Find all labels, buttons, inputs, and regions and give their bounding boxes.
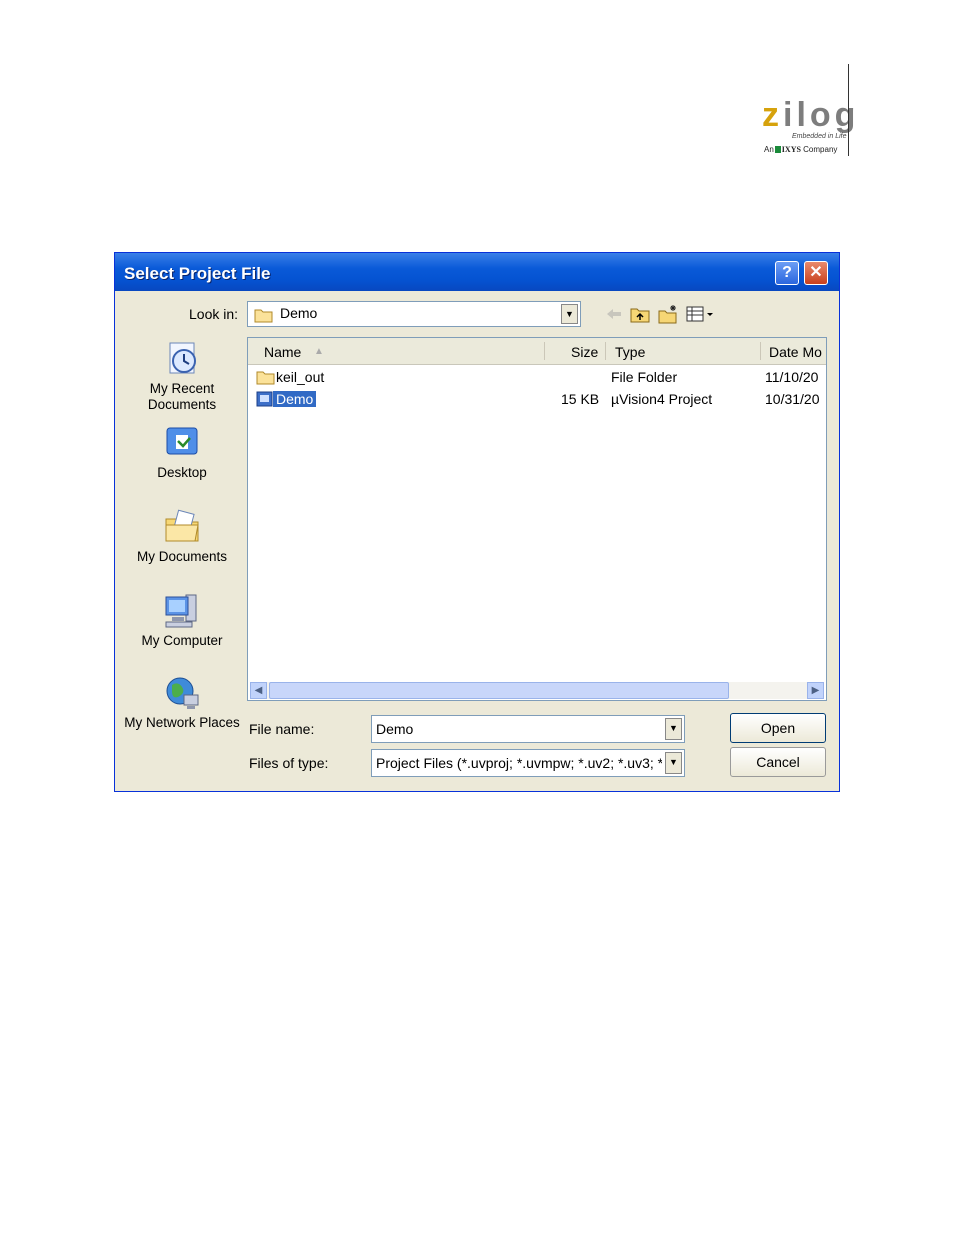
folder-icon (254, 309, 273, 323)
back-icon[interactable] (603, 303, 625, 325)
logo-wordmark: zilog (762, 96, 860, 134)
folder-icon (256, 371, 275, 385)
place-label: My Recent Documents (147, 381, 217, 412)
file-type: File Folder (611, 369, 678, 385)
look-in-value: Demo (280, 305, 318, 321)
place-label: My Documents (136, 549, 228, 564)
up-folder-icon[interactable] (629, 303, 651, 325)
scroll-right-icon[interactable]: ▶ (807, 682, 824, 699)
place-recent-documents[interactable]: My Recent Documents (115, 339, 249, 413)
recent-documents-icon (169, 342, 196, 374)
file-list[interactable]: Name ▲ Size Type Date Mo keil_out File F… (247, 337, 827, 701)
place-label: My Network Places (124, 715, 240, 730)
files-of-type-select[interactable]: Project Files (*.uvproj; *.uvmpw; *.uv2;… (371, 749, 685, 777)
place-desktop[interactable]: Desktop (115, 423, 249, 481)
chevron-down-icon[interactable]: ▼ (561, 304, 578, 324)
look-in-label: Look in: (189, 306, 239, 322)
zilog-logo: zilog Embedded in Life An IXYS Company (758, 96, 855, 158)
horizontal-scrollbar[interactable]: ◀ ▶ (250, 682, 824, 699)
place-my-computer[interactable]: My Computer (115, 591, 249, 649)
view-menu-icon[interactable] (685, 303, 719, 325)
column-header: Name ▲ Size Type Date Mo (248, 338, 826, 365)
file-date: 10/31/20 (765, 391, 820, 407)
scroll-thumb[interactable] (269, 682, 729, 699)
place-label: My Computer (141, 633, 223, 648)
my-documents-icon (165, 509, 199, 542)
file-name-value: Demo (376, 721, 414, 737)
file-name: Demo (273, 391, 317, 407)
place-label: Desktop (157, 465, 207, 480)
close-button[interactable]: ✕ (804, 261, 828, 285)
file-date: 11/10/20 (765, 369, 819, 385)
files-of-type-label: Files of type: (249, 755, 329, 771)
place-network-places[interactable]: My Network Places (115, 673, 249, 731)
dialog-title: Select Project File (124, 264, 271, 283)
file-name: keil_out (276, 369, 325, 385)
column-divider[interactable] (605, 342, 606, 360)
column-name[interactable]: Name (264, 344, 301, 360)
my-computer-icon (165, 594, 197, 628)
sort-up-icon: ▲ (314, 346, 324, 357)
help-button[interactable]: ? (775, 261, 799, 285)
chevron-down-icon[interactable]: ▼ (665, 718, 682, 740)
file-row-keil-out[interactable]: keil_out File Folder 11/10/20 (248, 366, 826, 388)
logo-company: An IXYS Company (764, 145, 838, 154)
look-in-combo[interactable]: Demo ▼ (247, 301, 581, 327)
logo-tagline: Embedded in Life (792, 133, 847, 140)
column-size[interactable]: Size (571, 344, 598, 360)
network-places-icon (166, 677, 199, 709)
column-divider[interactable] (760, 342, 761, 360)
place-my-documents[interactable]: My Documents (115, 507, 249, 565)
column-divider[interactable] (544, 342, 545, 360)
header-divider (848, 64, 849, 156)
chevron-down-icon[interactable]: ▼ (665, 752, 682, 774)
file-type: µVision4 Project (611, 391, 713, 407)
column-date[interactable]: Date Mo (769, 344, 822, 360)
scroll-left-icon[interactable]: ◀ (250, 682, 267, 699)
file-name-label: File name: (249, 721, 315, 737)
desktop-icon (166, 427, 198, 455)
title-bar[interactable]: Select Project File ? ✕ (115, 253, 839, 291)
project-file-icon (256, 391, 273, 407)
files-of-type-value: Project Files (*.uvproj; *.uvmpw; *.uv2;… (376, 755, 662, 771)
select-project-dialog: Select Project File ? ✕ Look in: Demo ▼ (114, 252, 840, 792)
file-size: 15 KB (561, 391, 600, 407)
cancel-button[interactable]: Cancel (730, 747, 826, 777)
column-type[interactable]: Type (615, 344, 645, 360)
file-name-input[interactable]: Demo ▼ (371, 715, 685, 743)
new-folder-icon[interactable] (657, 303, 679, 325)
file-row-demo[interactable]: Demo 15 KB µVision4 Project 10/31/20 (248, 388, 826, 410)
open-button[interactable]: Open (730, 713, 826, 743)
